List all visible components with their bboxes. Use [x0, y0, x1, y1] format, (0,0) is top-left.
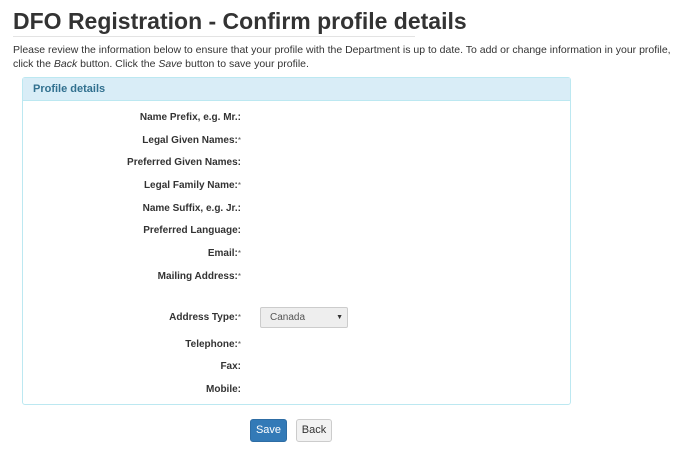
label-email: Email:*: [208, 248, 241, 260]
panel-heading: Profile details: [23, 78, 570, 101]
label-name-prefix: Name Prefix, e.g. Mr.:: [140, 112, 241, 124]
title-underline: [13, 36, 415, 37]
label-text: Legal Given Names:: [142, 135, 238, 146]
page: DFO Registration - Confirm profile detai…: [0, 0, 700, 455]
label-preferred-given-names: Preferred Given Names:: [127, 157, 241, 169]
label-text: Telephone:: [185, 339, 238, 350]
label-legal-given-names: Legal Given Names:*: [142, 135, 241, 147]
back-button[interactable]: Back: [296, 419, 332, 442]
intro-text-part2: button. Click the: [77, 58, 159, 70]
intro-back-word: Back: [53, 58, 78, 70]
required-marker: *: [237, 249, 241, 258]
label-telephone: Telephone:*: [185, 339, 241, 351]
label-mobile: Mobile:: [206, 384, 241, 396]
address-type-selected-value: Canada: [270, 312, 306, 323]
required-marker: *: [237, 272, 241, 281]
label-text: Mailing Address:: [157, 271, 238, 282]
label-text: Name Suffix, e.g. Jr.:: [142, 203, 241, 214]
label-legal-family-name: Legal Family Name:*: [144, 180, 241, 192]
caret-down-icon: ▼: [336, 314, 343, 321]
label-text: Legal Family Name:: [143, 180, 238, 191]
label-text: Fax:: [220, 361, 241, 372]
intro-text-part3: button to save your profile.: [182, 58, 309, 70]
label-text: Mobile:: [206, 384, 241, 395]
profile-details-panel: Profile details Name Prefix, e.g. Mr.: L…: [22, 77, 571, 405]
label-text: Address Type:: [169, 312, 238, 323]
label-fax: Fax:: [220, 361, 241, 373]
label-text: Preferred Given Names:: [127, 157, 241, 168]
label-text: Preferred Language:: [143, 225, 241, 236]
page-title: DFO Registration - Confirm profile detai…: [13, 8, 467, 34]
label-preferred-language: Preferred Language:: [143, 225, 241, 237]
label-text: Name Prefix, e.g. Mr.:: [139, 112, 241, 123]
label-name-suffix: Name Suffix, e.g. Jr.:: [143, 203, 241, 215]
intro-text: Please review the information below to e…: [13, 43, 689, 71]
address-type-select[interactable]: Canada ▼: [260, 307, 348, 328]
intro-save-word: Save: [158, 58, 183, 70]
required-marker: *: [237, 136, 241, 145]
required-marker: *: [237, 340, 241, 349]
label-address-type: Address Type:*: [169, 312, 241, 324]
label-text: Email:: [207, 248, 238, 259]
required-marker: *: [237, 181, 241, 190]
required-marker: *: [237, 313, 241, 322]
save-button[interactable]: Save: [250, 419, 287, 442]
label-mailing-address: Mailing Address:*: [158, 271, 241, 283]
